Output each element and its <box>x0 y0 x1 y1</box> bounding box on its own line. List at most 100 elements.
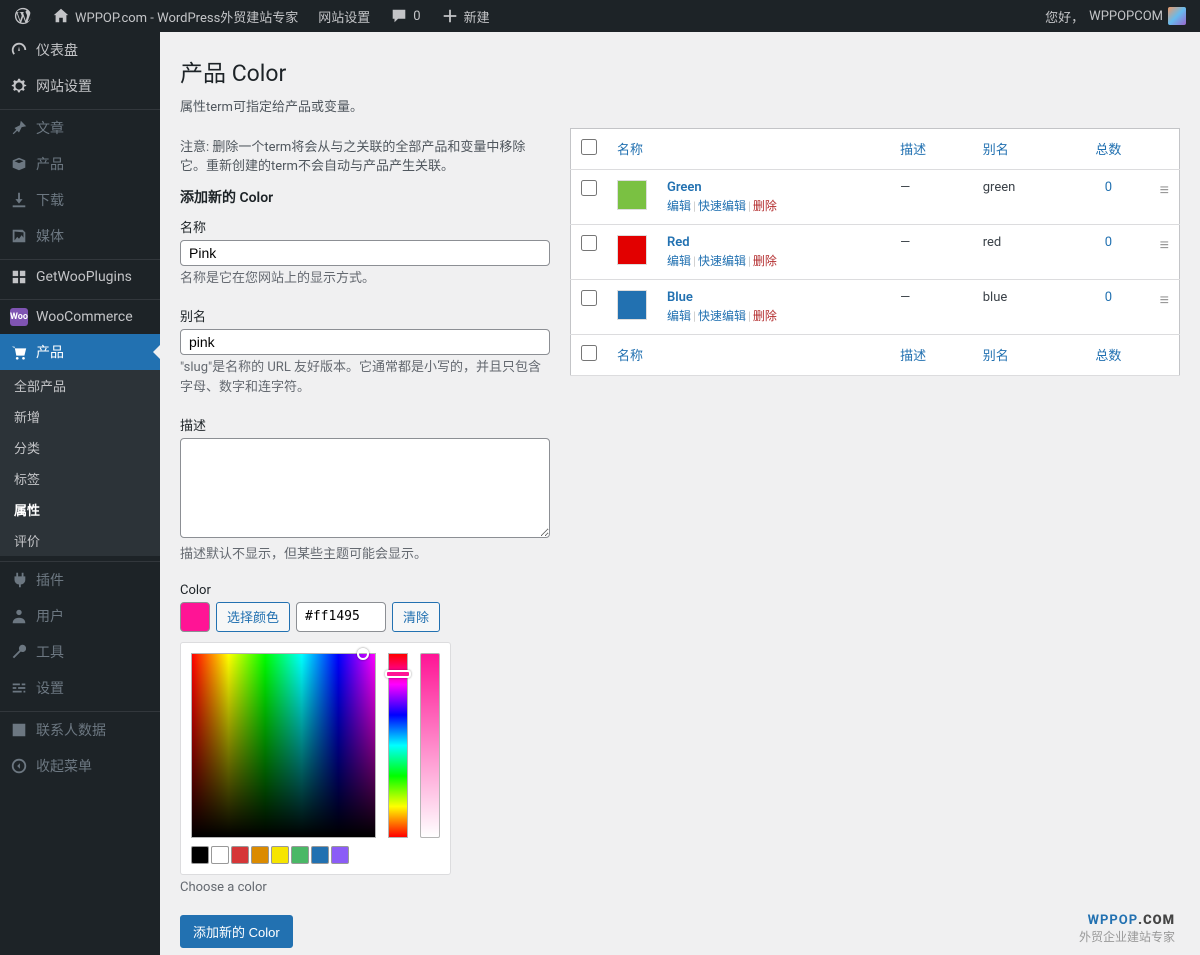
preset-swatch[interactable] <box>211 846 229 864</box>
media-icon <box>10 227 28 245</box>
comments-link[interactable]: 0 <box>384 0 426 32</box>
col-desc[interactable]: 描述 <box>890 128 973 169</box>
menu-products-cpt[interactable]: 产品 <box>0 146 160 182</box>
row-delete[interactable]: 删除 <box>753 199 777 213</box>
choose-color-help: Choose a color <box>180 878 550 898</box>
select-all-checkbox-foot[interactable] <box>581 345 597 361</box>
drag-handle-icon[interactable]: ≡ <box>1160 180 1169 199</box>
page-warning: 注意: 删除一个term将会从与之关联的全部产品和变量中移除它。重新创建的ter… <box>180 138 550 177</box>
row-color-swatch <box>617 290 647 320</box>
menu-tools[interactable]: 工具 <box>0 634 160 670</box>
site-settings-top[interactable]: 网站设置 <box>312 0 376 32</box>
pick-color-button[interactable]: 选择颜色 <box>216 602 290 632</box>
wp-logo[interactable] <box>8 0 38 32</box>
menu-settings[interactable]: 设置 <box>0 670 160 706</box>
grid-icon <box>10 268 28 286</box>
submit-button[interactable]: 添加新的 Color <box>180 915 293 948</box>
row-color-swatch <box>617 235 647 265</box>
contacts-icon <box>10 721 28 739</box>
add-term-form: 注意: 删除一个term将会从与之关联的全部产品和变量中移除它。重新创建的ter… <box>180 128 550 949</box>
hue-handle[interactable] <box>385 670 411 678</box>
submenu-all-products[interactable]: 全部产品 <box>0 370 160 401</box>
row-checkbox[interactable] <box>581 180 597 196</box>
row-edit[interactable]: 编辑 <box>667 254 691 268</box>
table-row: Green编辑|快速编辑|删除—green0≡ <box>571 169 1180 224</box>
col-name[interactable]: 名称 <box>607 128 890 169</box>
preset-swatch[interactable] <box>311 846 329 864</box>
menu-media[interactable]: 媒体 <box>0 218 160 254</box>
preset-swatch[interactable] <box>291 846 309 864</box>
row-desc: — <box>890 169 973 224</box>
watermark: WPPOP.COM 外贸企业建站专家 <box>1079 913 1175 945</box>
menu-downloads[interactable]: 下载 <box>0 182 160 218</box>
site-name-link[interactable]: WPPOP.com - WordPress外贸建站专家 <box>46 0 304 32</box>
name-label: 名称 <box>180 217 550 236</box>
row-name-link[interactable]: Green <box>667 180 702 195</box>
saturation-handle[interactable] <box>357 648 369 660</box>
menu-getwooplugins[interactable]: GetWooPlugins <box>0 260 160 294</box>
menu-plugins[interactable]: 插件 <box>0 562 160 598</box>
menu-dashboard[interactable]: 仪表盘 <box>0 32 160 68</box>
preset-swatch[interactable] <box>231 846 249 864</box>
preset-swatch[interactable] <box>331 846 349 864</box>
submenu-tags[interactable]: 标签 <box>0 463 160 494</box>
box-icon <box>10 155 28 173</box>
row-delete[interactable]: 删除 <box>753 254 777 268</box>
menu-products[interactable]: 产品 <box>0 334 160 370</box>
desc-input[interactable] <box>180 438 550 538</box>
row-count[interactable]: 0 <box>1105 235 1112 250</box>
row-delete[interactable]: 删除 <box>753 309 777 323</box>
menu-users[interactable]: 用户 <box>0 598 160 634</box>
row-slug: green <box>973 169 1067 224</box>
slug-input[interactable] <box>180 329 550 355</box>
drag-handle-icon[interactable]: ≡ <box>1160 290 1169 309</box>
row-name-link[interactable]: Red <box>667 235 690 250</box>
preset-swatch[interactable] <box>191 846 209 864</box>
row-quick-edit[interactable]: 快速编辑 <box>698 254 746 268</box>
row-checkbox[interactable] <box>581 235 597 251</box>
row-name-link[interactable]: Blue <box>667 290 693 305</box>
menu-woocommerce[interactable]: WooWooCommerce <box>0 300 160 334</box>
new-link[interactable]: 新建 <box>435 0 496 32</box>
menu-collapse[interactable]: 收起菜单 <box>0 748 160 784</box>
products-submenu: 全部产品 新增 分类 标签 属性 评价 <box>0 370 160 556</box>
page-title: 产品 Color <box>180 54 1180 88</box>
drag-handle-icon[interactable]: ≡ <box>1160 235 1169 254</box>
submenu-reviews[interactable]: 评价 <box>0 525 160 556</box>
download-icon <box>10 191 28 209</box>
clear-color-button[interactable]: 清除 <box>392 602 440 632</box>
saturation-area[interactable] <box>191 653 376 838</box>
name-input[interactable] <box>180 240 550 266</box>
row-count[interactable]: 0 <box>1105 180 1112 195</box>
comment-icon <box>390 7 408 25</box>
submenu-categories[interactable]: 分类 <box>0 432 160 463</box>
row-quick-edit[interactable]: 快速编辑 <box>698 309 746 323</box>
select-all-checkbox[interactable] <box>581 139 597 155</box>
row-checkbox[interactable] <box>581 290 597 306</box>
submenu-attributes[interactable]: 属性 <box>0 494 160 525</box>
row-edit[interactable]: 编辑 <box>667 199 691 213</box>
submenu-add[interactable]: 新增 <box>0 401 160 432</box>
menu-site-settings[interactable]: 网站设置 <box>0 68 160 104</box>
collapse-icon <box>10 757 28 775</box>
color-hex-input[interactable] <box>296 602 386 632</box>
account-link[interactable]: 您好，WPPOPCOM <box>1039 0 1192 32</box>
menu-contacts[interactable]: 联系人数据 <box>0 712 160 748</box>
preset-swatch[interactable] <box>251 846 269 864</box>
row-edit[interactable]: 编辑 <box>667 309 691 323</box>
terms-table: 名称 描述 别名 总数 Green编辑|快速编辑|删除—green0≡Red编辑… <box>570 128 1180 376</box>
alpha-slider[interactable] <box>420 653 440 838</box>
name-help: 名称是它在您网站上的显示方式。 <box>180 269 550 289</box>
col-slug[interactable]: 别名 <box>973 128 1067 169</box>
row-count[interactable]: 0 <box>1105 290 1112 305</box>
pin-icon <box>10 119 28 137</box>
row-slug: blue <box>973 279 1067 334</box>
table-row: Red编辑|快速编辑|删除—red0≡ <box>571 224 1180 279</box>
col-count[interactable]: 总数 <box>1067 128 1150 169</box>
woo-icon: Woo <box>10 308 28 326</box>
row-quick-edit[interactable]: 快速编辑 <box>698 199 746 213</box>
preset-swatch[interactable] <box>271 846 289 864</box>
menu-posts[interactable]: 文章 <box>0 110 160 146</box>
row-desc: — <box>890 279 973 334</box>
hue-slider[interactable] <box>388 653 408 838</box>
